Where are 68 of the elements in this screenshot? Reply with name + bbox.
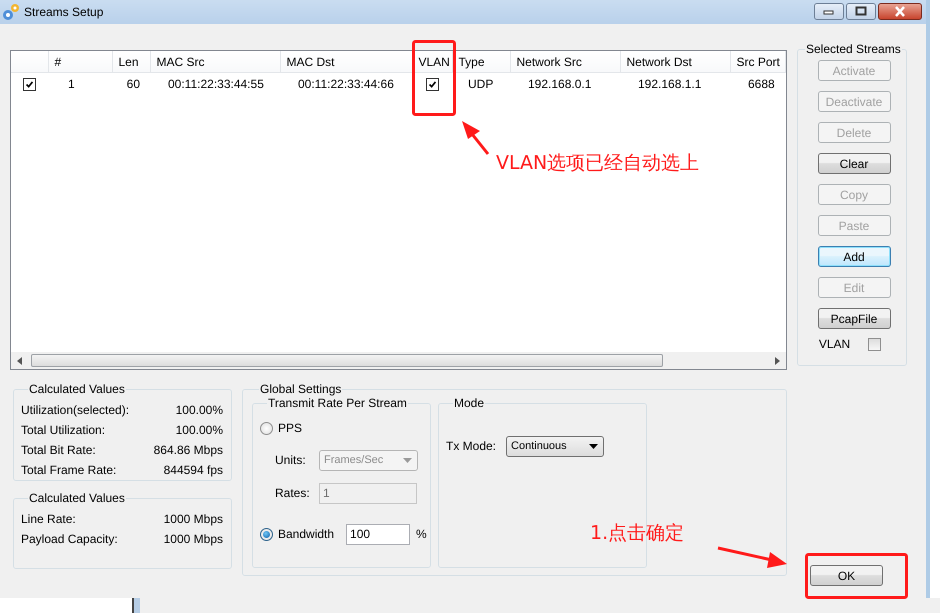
scroll-left-icon[interactable] bbox=[17, 356, 22, 364]
table-cell: 192.168.1.1 bbox=[638, 76, 702, 90]
action-button[interactable]: Add bbox=[818, 246, 890, 267]
action-button[interactable]: PcapFile bbox=[818, 308, 890, 329]
stat-value: 864.86 Mbps bbox=[154, 443, 223, 457]
column-header[interactable]: Len bbox=[112, 51, 150, 72]
table-cell: 1 bbox=[68, 76, 75, 90]
arrow bbox=[718, 546, 787, 568]
stat-label: Total Bit Rate: bbox=[21, 443, 96, 457]
group-title: Selected Streams bbox=[806, 42, 901, 56]
table-cell: 6688 bbox=[748, 76, 775, 90]
stat-label: Utilization(selected): bbox=[21, 403, 130, 417]
stat-value: 1000 Mbps bbox=[164, 512, 223, 526]
maximize-button[interactable] bbox=[846, 2, 876, 20]
stat-value: 100.00% bbox=[176, 403, 223, 417]
unit-label: % bbox=[416, 527, 427, 541]
radio-label: PPS bbox=[278, 421, 302, 435]
stat-value: 100.00% bbox=[176, 423, 223, 437]
checkbox-label: VLAN bbox=[818, 337, 850, 351]
column-header[interactable]: VLAN bbox=[412, 51, 452, 72]
ok-button[interactable]: OK bbox=[810, 565, 883, 586]
arrow bbox=[462, 121, 490, 155]
table-cell: 192.168.0.1 bbox=[528, 76, 592, 90]
radio-button[interactable] bbox=[260, 422, 273, 434]
column-header[interactable]: # bbox=[48, 51, 112, 72]
column-header[interactable]: MAC Dst bbox=[280, 51, 412, 72]
table-cell: 00:11:22:33:44:66 bbox=[298, 76, 394, 90]
stat-label: Payload Capacity: bbox=[21, 532, 118, 546]
stat-value: 1000 Mbps bbox=[164, 532, 223, 546]
horizontal-scrollbar[interactable] bbox=[11, 351, 786, 369]
vlan-checkbox[interactable] bbox=[868, 338, 882, 350]
radio-button[interactable] bbox=[260, 528, 273, 540]
stat-label: Total Utilization: bbox=[21, 423, 106, 437]
table-cell: 00:11:22:33:44:55 bbox=[168, 76, 264, 90]
tx-mode-dropdown[interactable]: Continuous bbox=[506, 436, 604, 456]
vlan-checkbox[interactable] bbox=[426, 78, 438, 91]
action-button[interactable]: Clear bbox=[818, 153, 890, 174]
field-label: Rates: bbox=[275, 486, 311, 500]
column-header[interactable]: Src Port bbox=[730, 51, 785, 72]
field-label: Tx Mode: bbox=[446, 439, 496, 453]
column-header[interactable]: Network Dst bbox=[620, 51, 730, 72]
annotation-text: VLAN选项已经自动选上 bbox=[496, 151, 700, 176]
close-button[interactable] bbox=[878, 2, 922, 20]
window-title: Streams Setup bbox=[24, 5, 104, 19]
column-header[interactable]: Network Src bbox=[510, 51, 620, 72]
table-cell: UDP bbox=[468, 76, 494, 90]
group-title: Calculated Values bbox=[29, 382, 125, 396]
row-checkbox[interactable] bbox=[23, 78, 36, 91]
stat-label: Line Rate: bbox=[21, 512, 76, 526]
close-icon bbox=[893, 6, 907, 16]
stat-value: 844594 fps bbox=[164, 463, 223, 477]
column-header[interactable]: MAC Src bbox=[150, 51, 280, 72]
table-cell: 60 bbox=[126, 76, 140, 90]
group-title: Calculated Values bbox=[29, 491, 125, 505]
gear-icon bbox=[2, 3, 20, 21]
dropdown-arrow-icon bbox=[403, 458, 412, 462]
stat-label: Total Frame Rate: bbox=[21, 463, 116, 477]
scroll-right-icon[interactable] bbox=[775, 356, 780, 364]
maximize-icon bbox=[855, 6, 867, 16]
dropdown-arrow-icon bbox=[589, 444, 598, 448]
bandwidth-field[interactable]: 100 bbox=[346, 524, 410, 544]
group-title: Global Settings bbox=[260, 382, 342, 396]
annotation-text: 1.点击确定 bbox=[590, 521, 684, 546]
radio-label: Bandwidth bbox=[278, 527, 334, 541]
group-title: Mode bbox=[454, 396, 484, 410]
group-title: Transmit Rate Per Stream bbox=[268, 396, 407, 410]
field-label: Units: bbox=[275, 453, 307, 467]
minimize-button[interactable] bbox=[814, 2, 844, 20]
